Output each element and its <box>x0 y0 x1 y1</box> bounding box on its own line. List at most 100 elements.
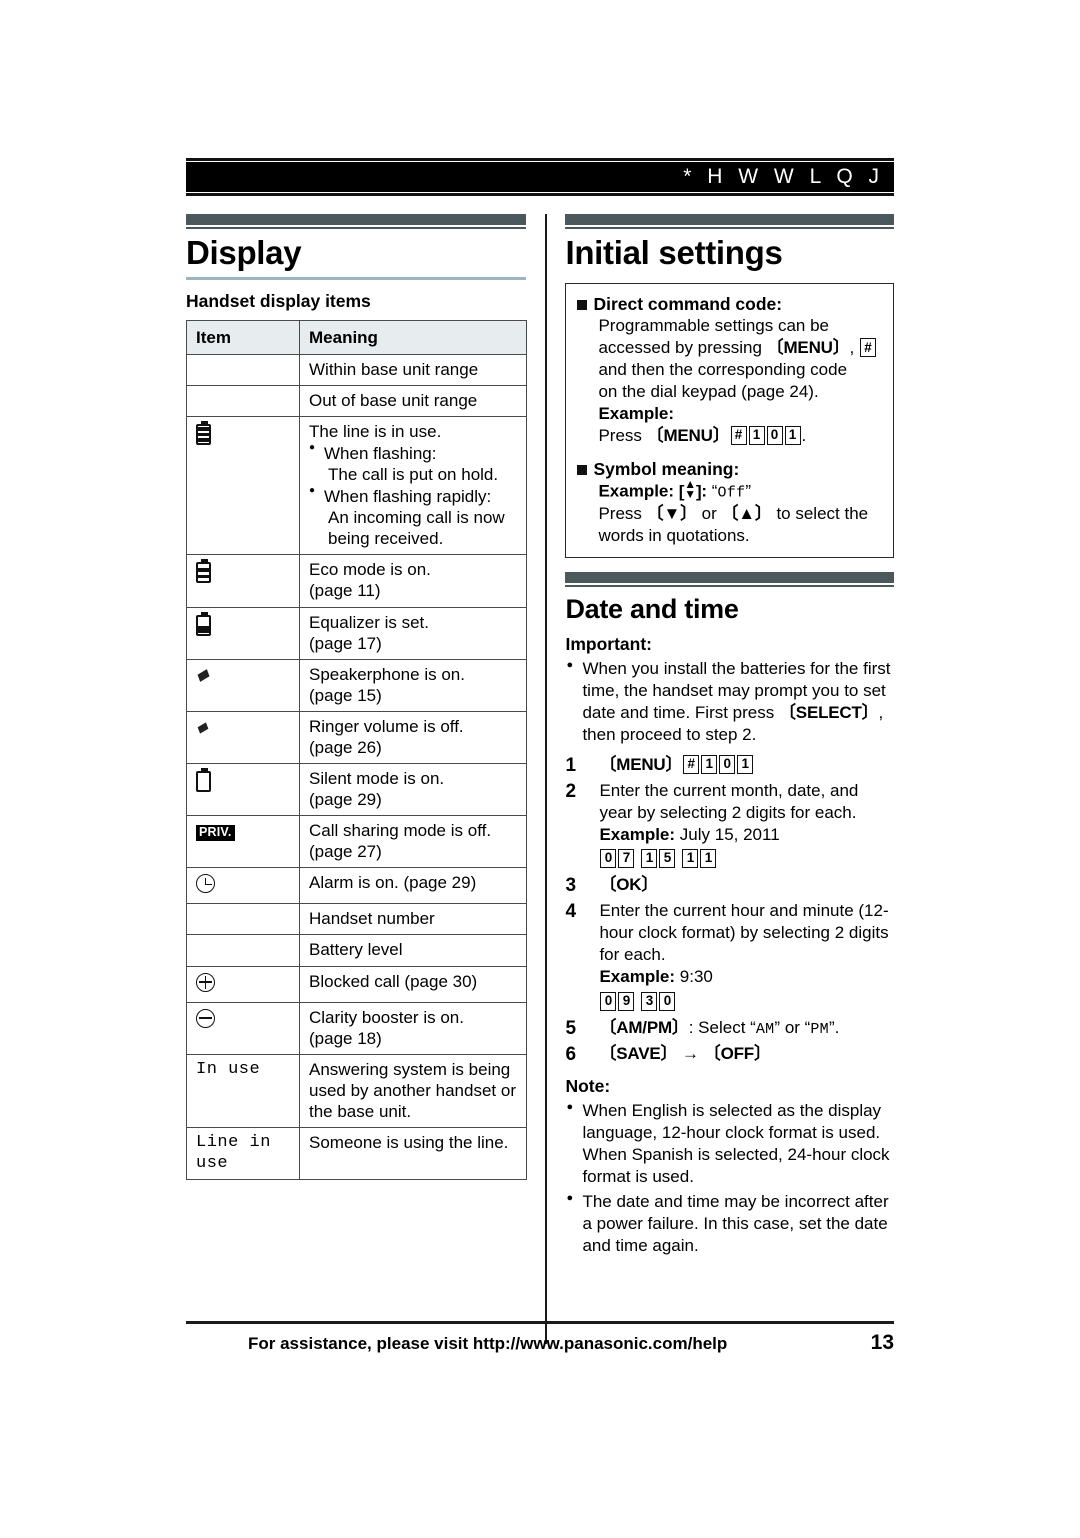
save-key-label: 〔SAVE〕 <box>599 1044 678 1064</box>
menu-key-label: 〔MENU〕 <box>766 338 850 358</box>
handset-display-items-table: Item Meaning Within base unit range Out … <box>186 319 527 1181</box>
initial-settings-title: Initial settings <box>565 234 783 271</box>
bullet-continuation: The call is put on hold. <box>328 465 499 485</box>
digit-key-box: 0 <box>719 754 736 774</box>
lcd-am: AM <box>755 1020 775 1038</box>
page-content: * H W W L Q J Display Handset display it… <box>186 158 894 1383</box>
hash-key-box: # <box>730 425 747 445</box>
column-divider <box>544 214 547 1344</box>
handset-display-items-subheading: Handset display items <box>186 290 371 311</box>
running-header-bar: * H W W L Q J <box>186 162 894 192</box>
meaning-text: Call sharing mode is off. (page 27) <box>299 815 527 869</box>
battery-full-glyph <box>196 420 211 445</box>
display-title-rule <box>186 276 526 280</box>
square-bullet-icon <box>577 299 588 310</box>
circled-plus-glyph <box>196 972 215 992</box>
direct-body-line-3: and then the corresponding code <box>598 360 848 380</box>
step-number: 1 <box>565 754 577 776</box>
example-press-word: Press <box>598 425 642 445</box>
arrow-icon: → <box>682 1044 700 1064</box>
circled-plus-icon <box>186 965 300 1003</box>
meaning-text: Speakerphone is on. (page 15) <box>299 658 527 712</box>
step5-or: or <box>784 1017 800 1037</box>
down-key-label: 〔▼〕 <box>646 504 697 523</box>
table-row: Blocked call (page 30) <box>186 965 527 1003</box>
table-header-row: Item Meaning <box>186 319 527 355</box>
right-column: Initial settings Direct command code: Pr… <box>553 214 894 1349</box>
running-header-text: * H W W L Q J <box>683 165 884 188</box>
battery-equalizer-icon <box>186 606 300 660</box>
step-example-line: Example: 9:30 <box>599 966 894 988</box>
item-icon-empty <box>186 934 300 967</box>
step-6: 6 〔SAVE〕 → 〔OFF〕 <box>565 1043 894 1065</box>
symbol-meaning-heading-text: Symbol meaning: <box>593 458 740 479</box>
page-ref: (page 17) <box>309 633 382 653</box>
clarity-booster-text: Clarity booster is on. <box>309 1007 464 1027</box>
bullet-label: When flashing: <box>324 443 437 463</box>
symbol-press-line-2: words in quotations. <box>598 525 750 545</box>
symbol-meaning-heading: Symbol meaning: <box>577 458 882 481</box>
select-key-label: 〔SELECT〕 <box>779 703 879 723</box>
page-ref: (page 29) <box>309 790 382 810</box>
hash-key-box: # <box>683 754 700 774</box>
step-digit-row: 0930 <box>599 991 894 1013</box>
circled-minus-icon <box>186 1001 300 1055</box>
step-number: 5 <box>565 1017 577 1039</box>
table-row: Clarity booster is on. (page 18) <box>186 1001 527 1055</box>
direct-command-code-box: Direct command code: Programmable settin… <box>565 282 894 558</box>
symbol-press-line: Press 〔▼〕 or 〔▲〕 to select the <box>598 503 882 525</box>
list-item: When you install the batteries for the f… <box>565 658 894 746</box>
square-bullet-icon <box>577 464 588 475</box>
header-rule-bottom <box>186 192 894 196</box>
hash-key-box: # <box>860 338 876 358</box>
example-label: Example: <box>599 967 676 987</box>
display-section-bar <box>186 214 526 225</box>
digit-group: 11 <box>681 848 717 868</box>
digit-key-box: 0 <box>600 991 617 1011</box>
symbol-press-word: Press <box>598 504 642 523</box>
direct-command-heading-text: Direct command code: <box>593 293 783 314</box>
line-in-use-text: The line is in use. <box>309 421 442 441</box>
digit-key-box: 1 <box>701 754 718 774</box>
page-ref: (page 18) <box>309 1028 382 1048</box>
off-key-label: 〔OFF〕 <box>703 1044 771 1064</box>
note-label: Note: <box>565 1076 611 1097</box>
step5-period: . <box>834 1017 840 1037</box>
digit-key-box: 7 <box>618 848 635 868</box>
digit-key-box: 0 <box>600 848 617 868</box>
direct-body-line-1: Programmable settings can be <box>598 316 830 336</box>
digit-key-box: 1 <box>784 425 801 445</box>
column-header-meaning: Meaning <box>299 319 527 355</box>
table-row: Equalizer is set. (page 17) <box>186 606 527 660</box>
battery-equalizer-glyph <box>196 611 211 636</box>
digit-key-box: 0 <box>659 991 676 1011</box>
page-ref: (page 27) <box>309 842 382 862</box>
equalizer-text: Equalizer is set. <box>309 612 429 632</box>
step-1: 1 〔MENU〕 #1 0 1 <box>565 754 894 776</box>
digit-group: 15 <box>640 848 676 868</box>
footer-page-number: 13 <box>870 1330 894 1354</box>
table-row: Handset number <box>186 903 527 936</box>
date-time-title: Date and time <box>565 593 739 624</box>
example-press-line: Press 〔MENU〕 #1 0 1. <box>598 425 882 447</box>
battery-eco-icon <box>186 554 300 608</box>
list-item: When flashing rapidly: An incoming call … <box>309 485 519 549</box>
meaning-text: Out of base unit range <box>299 384 527 417</box>
meaning-text: Blocked call (page 30) <box>299 965 527 1003</box>
symbol-example-colon: : <box>701 481 708 501</box>
digit-key-box: 1 <box>737 754 754 774</box>
priv-badge-icon: PRIV. <box>186 815 300 869</box>
item-icon-empty <box>186 903 300 936</box>
alarm-clock-glyph <box>196 874 215 894</box>
footer-row: For assistance, please visit http://www.… <box>186 1324 894 1355</box>
meaning-text: Clarity booster is on. (page 18) <box>299 1001 527 1055</box>
note-bullets: When English is selected as the display … <box>565 1100 894 1257</box>
ringer-off-mark-glyph <box>197 722 209 734</box>
lcd-text-in-use: In use <box>186 1053 300 1128</box>
meaning-text: Handset number <box>299 903 527 936</box>
important-label: Important: <box>565 634 652 655</box>
updown-arrows-icon: ▲ ▼ <box>684 477 696 501</box>
table-row: Out of base unit range <box>186 384 527 417</box>
direct-body-line-2-text: accessed by pressing <box>598 338 762 358</box>
